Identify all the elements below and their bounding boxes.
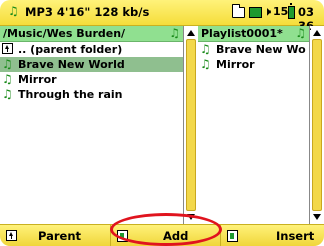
playlist-icon: ♫ (295, 26, 306, 40)
list-item-label: Mirror (18, 73, 57, 86)
parent-button[interactable]: Parent (0, 225, 108, 246)
browser-scrollbar[interactable] (185, 26, 198, 224)
music-note-icon: ♫ (2, 87, 13, 101)
button-bar: Parent Add Insert (0, 224, 324, 246)
scroll-up-icon[interactable] (187, 30, 195, 36)
playlist-insert-icon (227, 230, 238, 245)
battery-icon (288, 3, 295, 19)
speaker-icon: 🕨 (264, 5, 271, 18)
scroll-down-icon[interactable] (313, 214, 321, 220)
list-item[interactable]: .. (parent folder) (0, 42, 183, 57)
parent-folder-icon (6, 230, 17, 244)
add-button-label: Add (163, 229, 189, 243)
list-item-label: .. (parent folder) (18, 43, 123, 56)
screen-icon (249, 7, 262, 18)
parent-button-label: Parent (38, 229, 82, 243)
folder-icon (231, 4, 245, 18)
playlist-panel[interactable]: Playlist0001* ♫ ♫ Brave New Wo ♫ Mirror (198, 26, 310, 224)
music-note-icon: ♫ (200, 42, 211, 56)
music-note-icon: ♫ (2, 57, 13, 71)
playlist-add-icon (117, 230, 128, 245)
scroll-track[interactable] (312, 39, 322, 211)
playlist-name: Playlist0001* (201, 27, 283, 40)
list-item-label: Through the rain (18, 88, 123, 101)
list-item[interactable]: ♫ Through the rain (0, 87, 183, 102)
browser-panel[interactable]: /Music/Wes Burden/ ♫ .. (parent folder) … (0, 26, 184, 224)
volume-level: 15 (273, 5, 289, 18)
music-note-icon: ♫ (169, 26, 180, 40)
list-item[interactable]: ♫ Brave New World (0, 57, 183, 72)
track-info: MP3 4'16" 128 kb/s (25, 5, 150, 19)
browser-path: /Music/Wes Burden/ (3, 27, 126, 40)
music-note-icon: ♫ (8, 4, 19, 18)
music-note-icon: ♫ (200, 57, 211, 71)
insert-button-label: Insert (276, 229, 315, 243)
list-item-label: Brave New World (18, 58, 125, 71)
add-button[interactable]: Add (110, 225, 218, 246)
list-item[interactable]: ♫ Mirror (0, 72, 183, 87)
playlist-header: Playlist0001* ♫ (198, 26, 309, 42)
playlist-scrollbar[interactable] (311, 26, 324, 224)
scroll-track[interactable] (186, 39, 196, 211)
scroll-down-icon[interactable] (187, 214, 195, 220)
list-item[interactable]: ♫ Mirror (198, 57, 309, 72)
status-bar: ♫ MP3 4'16" 128 kb/s 🕨 15 03 36 (0, 0, 324, 33)
list-item-label: Mirror (216, 58, 255, 71)
browser-path-header: /Music/Wes Burden/ ♫ (0, 26, 183, 42)
scroll-up-icon[interactable] (313, 30, 321, 36)
list-item-label: Brave New Wo (216, 43, 306, 56)
list-item[interactable]: ♫ Brave New Wo (198, 42, 309, 57)
music-note-icon: ♫ (2, 72, 13, 86)
device-screen: ♫ MP3 4'16" 128 kb/s 🕨 15 03 36 /Music/W… (0, 0, 324, 246)
insert-button[interactable]: Insert (220, 225, 324, 246)
parent-folder-icon (2, 43, 13, 57)
